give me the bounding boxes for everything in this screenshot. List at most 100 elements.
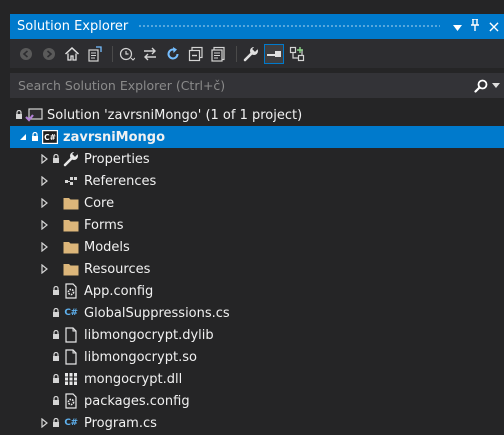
tree-item-label: GlobalSuppressions.cs — [84, 305, 230, 321]
references-icon — [62, 170, 80, 192]
tree-row[interactable]: Models — [10, 236, 504, 258]
tree-row[interactable]: C# Program.cs — [10, 412, 504, 434]
config-file-icon — [62, 390, 80, 412]
expand-arrow-icon[interactable] — [37, 170, 51, 192]
class-view-icon[interactable] — [287, 44, 307, 64]
search-input[interactable] — [18, 78, 470, 93]
close-icon[interactable]: × — [484, 17, 504, 36]
tree-row[interactable]: packages.config — [10, 390, 504, 412]
tree-item-label: App.config — [84, 283, 154, 299]
back-icon[interactable] — [16, 44, 36, 64]
tree-row[interactable]: libmongocrypt.so — [10, 346, 504, 368]
pending-changes-filter-icon[interactable] — [117, 44, 137, 64]
tree-row[interactable]: Core — [10, 192, 504, 214]
lock-icon — [51, 346, 61, 368]
lock-placeholder — [51, 192, 61, 214]
drag-grip[interactable] — [138, 24, 440, 29]
dll-icon — [62, 368, 80, 390]
toolbar — [10, 39, 504, 68]
file-icon — [62, 324, 80, 346]
expand-arrow-icon[interactable] — [37, 412, 51, 434]
collapse-all-icon[interactable] — [186, 44, 206, 64]
tree-row[interactable]: libmongocrypt.dylib — [10, 324, 504, 346]
tree-item-label: Models — [84, 239, 130, 255]
csharp-file-icon: C# — [64, 418, 78, 428]
search-options-dropdown-icon[interactable] — [492, 81, 504, 91]
expand-arrow-icon[interactable] — [37, 258, 51, 280]
csharp-project-icon: C# — [41, 126, 59, 148]
tree-item-label: References — [84, 173, 157, 189]
expand-arrow-placeholder — [37, 390, 51, 412]
show-all-files-icon[interactable] — [209, 44, 229, 64]
lock-icon — [51, 148, 61, 170]
search-box — [10, 73, 504, 98]
lock-icon — [51, 302, 61, 324]
tree-row[interactable]: mongocrypt.dll — [10, 368, 504, 390]
expand-arrow-placeholder — [37, 280, 51, 302]
tree-item-label: Core — [84, 195, 115, 211]
expand-arrow-icon[interactable] — [37, 214, 51, 236]
panel-title: Solution Explorer — [17, 19, 129, 34]
tree-row-project[interactable]: C# zavrsniMongo — [10, 126, 504, 148]
tree-item-label: libmongocrypt.so — [84, 349, 197, 365]
wrench-icon — [62, 148, 80, 170]
tree-item-label: Forms — [84, 217, 124, 233]
lock-icon — [14, 104, 24, 126]
lock-icon — [51, 324, 61, 346]
lock-icon — [30, 126, 40, 148]
lock-icon — [51, 390, 61, 412]
expand-arrow-placeholder — [37, 302, 51, 324]
config-file-icon — [62, 280, 80, 302]
toolbar-separator — [236, 45, 237, 62]
tree-item-label: Properties — [84, 151, 150, 167]
folder-icon — [62, 236, 80, 258]
tree-item-label: mongocrypt.dll — [84, 371, 183, 387]
folder-icon — [62, 214, 80, 236]
tree-row[interactable]: C# GlobalSuppressions.cs — [10, 302, 504, 324]
lock-placeholder — [51, 170, 61, 192]
lock-placeholder — [51, 214, 61, 236]
tree-item-label: Program.cs — [84, 415, 157, 431]
expand-arrow-placeholder — [37, 346, 51, 368]
solution-tree: Solution 'zavrsniMongo' (1 of 1 project)… — [10, 100, 504, 435]
tree-row[interactable]: References — [10, 170, 504, 192]
search-icon[interactable] — [470, 79, 492, 93]
tree-row[interactable]: App.config — [10, 280, 504, 302]
expand-arrow-icon[interactable] — [37, 192, 51, 214]
file-icon — [62, 346, 80, 368]
tree-item-label: Resources — [84, 261, 151, 277]
expand-arrow-icon[interactable] — [37, 148, 51, 170]
tree-row[interactable]: Forms — [10, 214, 504, 236]
lock-placeholder — [51, 258, 61, 280]
tree-item-label: packages.config — [84, 393, 190, 409]
tree-item-label: libmongocrypt.dylib — [84, 327, 214, 343]
project-label: zavrsniMongo — [63, 129, 166, 145]
pin-icon[interactable] — [466, 18, 484, 34]
toolbar-separator — [112, 45, 113, 62]
title-bar: Solution Explorer × — [10, 14, 504, 39]
solution-icon — [25, 104, 43, 126]
tree-row[interactable]: Properties — [10, 148, 504, 170]
lock-placeholder — [51, 236, 61, 258]
window-position-dropdown-icon[interactable] — [448, 20, 466, 34]
forward-icon[interactable] — [39, 44, 59, 64]
folder-icon — [62, 258, 80, 280]
csharp-file-icon: C# — [64, 308, 78, 318]
expand-arrow-placeholder — [37, 324, 51, 346]
properties-icon[interactable] — [241, 44, 261, 64]
lock-icon — [51, 280, 61, 302]
lock-icon — [51, 368, 61, 390]
home-icon[interactable] — [62, 44, 82, 64]
solution-explorer-panel: Solution Explorer × Search Solution Expl… — [0, 0, 504, 435]
tree-row-solution[interactable]: Solution 'zavrsniMongo' (1 of 1 project) — [10, 104, 504, 126]
folder-icon — [62, 192, 80, 214]
sync-with-active-document-icon[interactable] — [140, 44, 160, 64]
expand-arrow-placeholder — [37, 368, 51, 390]
refresh-icon[interactable] — [163, 44, 183, 64]
tree-row[interactable]: Resources — [10, 258, 504, 280]
switch-views-icon[interactable] — [85, 44, 105, 64]
svg-text:C#: C# — [44, 133, 56, 142]
expanded-arrow-icon[interactable] — [16, 126, 30, 148]
expand-arrow-icon[interactable] — [37, 236, 51, 258]
preview-selected-items-icon[interactable] — [264, 43, 284, 64]
